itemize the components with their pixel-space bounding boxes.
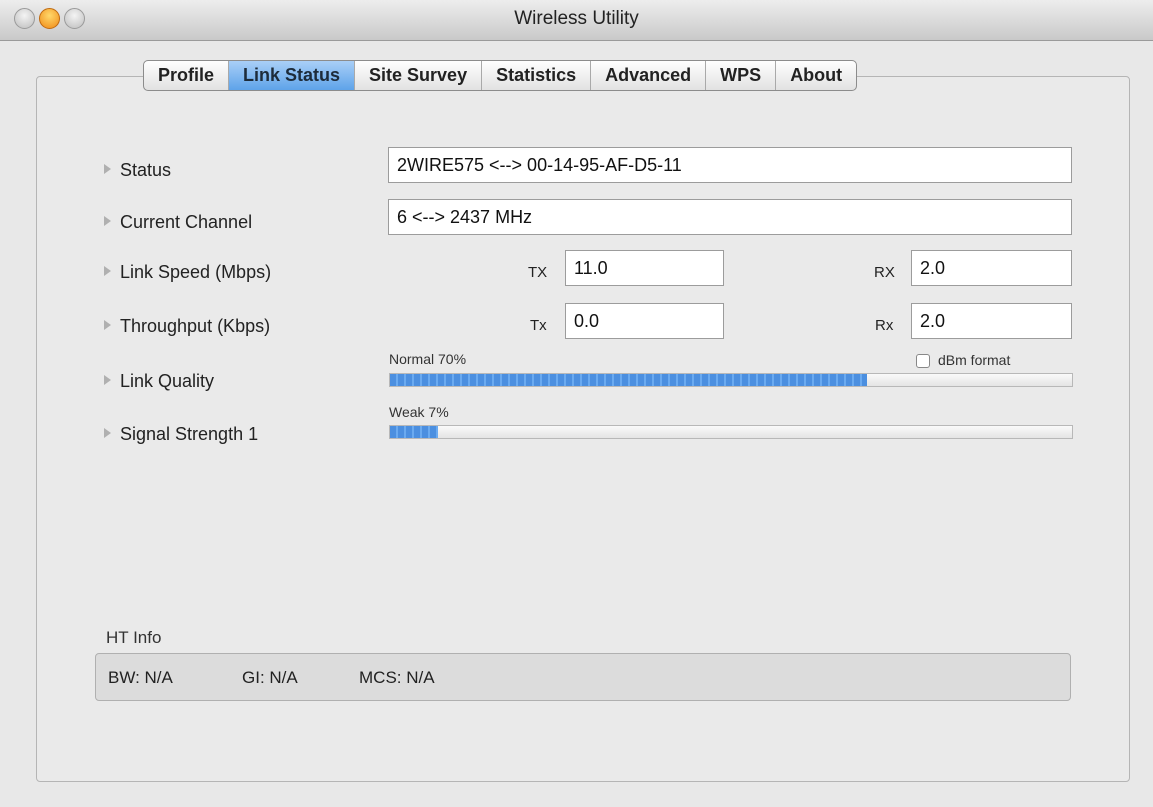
link-quality-bar: [389, 373, 1073, 387]
tab-wps[interactable]: WPS: [705, 61, 775, 90]
link-speed-rx-label: RX: [874, 264, 895, 281]
disclosure-triangle-icon: [104, 216, 111, 226]
ht-info-title: HT Info: [106, 628, 162, 647]
tab-statistics[interactable]: Statistics: [481, 61, 590, 90]
signal-strength-caption: Weak 7%: [389, 404, 449, 420]
tab-bar: Profile Link Status Site Survey Statisti…: [143, 60, 858, 91]
tab-advanced[interactable]: Advanced: [590, 61, 705, 90]
link-speed-label: Link Speed (Mbps): [104, 262, 271, 283]
dbm-format-label: dBm format: [938, 352, 1011, 368]
signal-strength-bar: [389, 425, 1073, 439]
current-channel-field[interactable]: 6 <--> 2437 MHz: [388, 199, 1072, 235]
tab-site-survey[interactable]: Site Survey: [354, 61, 481, 90]
disclosure-triangle-icon: [104, 266, 111, 276]
tab-profile[interactable]: Profile: [144, 61, 228, 90]
throughput-tx-field[interactable]: 0.0: [565, 303, 724, 339]
throughput-tx-label: Tx: [530, 317, 547, 334]
ht-info-mcs: MCS: N/A: [359, 668, 435, 687]
link-quality-label: Link Quality: [104, 371, 214, 392]
disclosure-triangle-icon: [104, 320, 111, 330]
ht-info-box: BW: N/A GI: N/A MCS: N/A: [95, 653, 1071, 701]
throughput-label: Throughput (Kbps): [104, 316, 270, 337]
link-speed-tx-field[interactable]: 11.0: [565, 250, 724, 286]
disclosure-triangle-icon: [104, 428, 111, 438]
disclosure-triangle-icon: [104, 164, 111, 174]
title-bar: Wireless Utility: [0, 0, 1153, 41]
signal-strength-fill: [390, 426, 438, 438]
link-speed-tx-label: TX: [528, 264, 548, 281]
status-field[interactable]: 2WIRE575 <--> 00-14-95-AF-D5-11: [388, 147, 1072, 183]
tab-link-status[interactable]: Link Status: [228, 61, 355, 90]
throughput-rx-label: Rx: [875, 317, 894, 334]
ht-info-bw: BW: N/A: [108, 668, 173, 687]
tab-about[interactable]: About: [775, 61, 856, 90]
signal-strength-label: Signal Strength 1: [104, 424, 258, 445]
disclosure-triangle-icon: [104, 375, 111, 385]
window-title: Wireless Utility: [514, 8, 639, 29]
throughput-rx-field[interactable]: 2.0: [911, 303, 1072, 339]
ht-info-gi: GI: N/A: [242, 668, 298, 687]
link-quality-fill: [390, 374, 868, 386]
link-speed-rx-field[interactable]: 2.0: [911, 250, 1072, 286]
dbm-format-checkbox[interactable]: [916, 354, 930, 368]
status-label: Status: [104, 160, 171, 181]
link-quality-caption: Normal 70%: [389, 351, 467, 367]
current-channel-label: Current Channel: [104, 212, 252, 233]
